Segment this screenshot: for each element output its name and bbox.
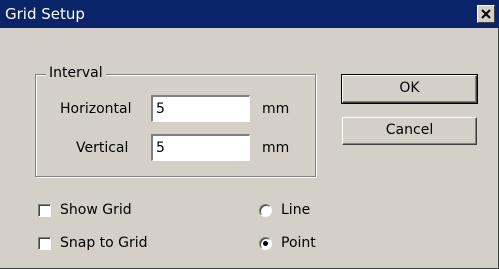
close-button[interactable] bbox=[477, 5, 495, 23]
horizontal-input[interactable] bbox=[151, 95, 250, 122]
line-radio-label[interactable]: Line bbox=[281, 201, 310, 219]
ok-button[interactable]: OK bbox=[341, 74, 478, 104]
horizontal-label: Horizontal bbox=[60, 101, 132, 117]
grid-setup-dialog: Grid Setup Interval Horizontal mm Vertic… bbox=[0, 0, 499, 269]
point-radio[interactable] bbox=[259, 237, 272, 250]
vertical-unit: mm bbox=[262, 140, 290, 156]
interval-group-label: Interval bbox=[46, 64, 106, 82]
radio-selected-dot bbox=[263, 241, 268, 246]
dialog-title: Grid Setup bbox=[5, 5, 85, 23]
cancel-button[interactable]: Cancel bbox=[342, 117, 477, 145]
vertical-input[interactable] bbox=[151, 134, 250, 161]
close-icon bbox=[481, 9, 491, 19]
title-bar[interactable]: Grid Setup bbox=[0, 0, 499, 28]
line-radio[interactable] bbox=[259, 204, 272, 217]
show-grid-label[interactable]: Show Grid bbox=[60, 201, 132, 219]
snap-to-grid-label[interactable]: Snap to Grid bbox=[60, 234, 148, 252]
horizontal-unit: mm bbox=[262, 101, 290, 117]
point-radio-label[interactable]: Point bbox=[281, 234, 316, 252]
interval-group bbox=[35, 74, 316, 177]
vertical-label: Vertical bbox=[76, 140, 129, 156]
snap-to-grid-checkbox[interactable] bbox=[38, 237, 51, 250]
show-grid-checkbox[interactable] bbox=[38, 204, 51, 217]
